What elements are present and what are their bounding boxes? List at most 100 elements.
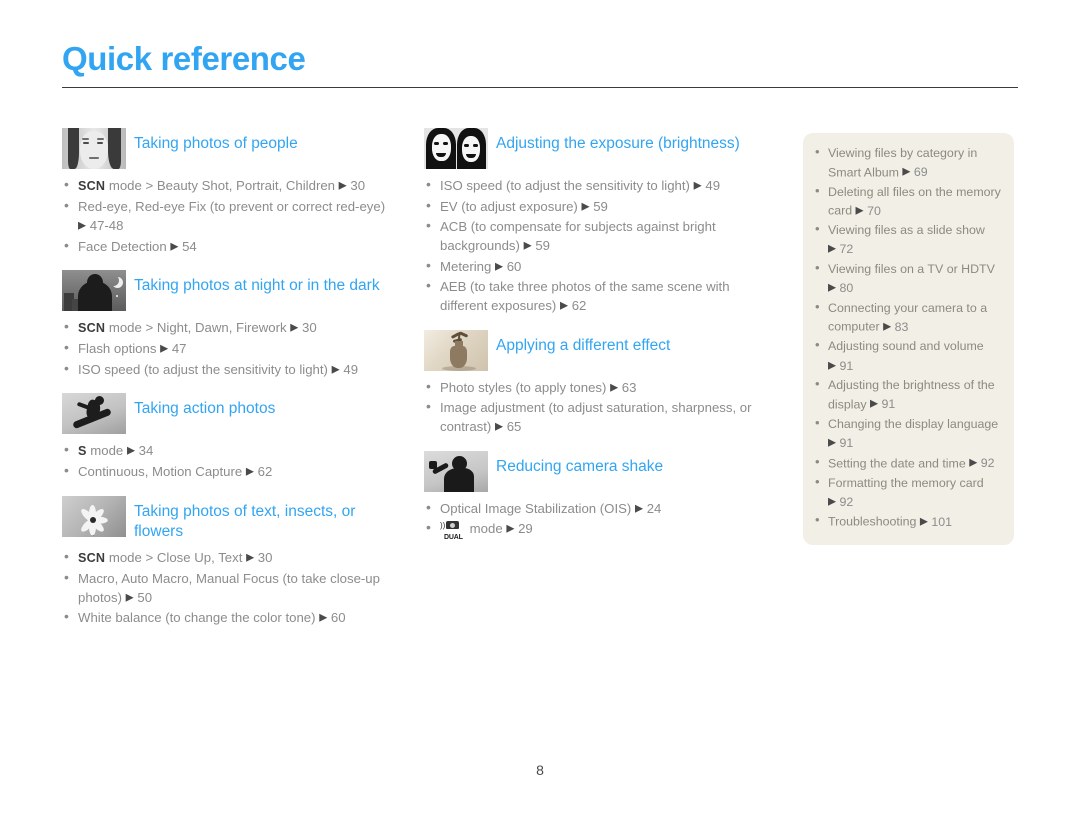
page-arrow-icon: ▶ bbox=[634, 502, 644, 514]
content-section: Taking photos at night or in the dark SCN… bbox=[62, 270, 402, 379]
side-panel-item[interactable]: Troubleshooting ▶ 101 bbox=[813, 511, 1002, 531]
list-item: SCN mode > Close Up, Text ▶ 30 bbox=[62, 547, 402, 568]
side-item-text: Viewing files as a slide show bbox=[828, 223, 985, 238]
page-arrow-icon: ▶ bbox=[245, 465, 254, 478]
page-reference: ▶ 83 bbox=[883, 319, 909, 334]
side-panel-item[interactable]: Setting the date and time ▶ 92 bbox=[813, 452, 1002, 473]
side-item-text: Changing the display language bbox=[828, 416, 999, 431]
page-reference: ▶ 69 bbox=[902, 165, 928, 180]
list-item: SCN mode > Night, Dawn, Firework ▶ 30 bbox=[62, 317, 402, 338]
section-item-list: ISO speed (to adjust the sensitivity to … bbox=[424, 175, 774, 316]
page-arrow-icon: ▶ bbox=[160, 342, 169, 355]
page-reference: ▶ 63 bbox=[610, 379, 637, 395]
page-arrow-icon: ▶ bbox=[494, 260, 504, 272]
item-text: EV (to adjust exposure) bbox=[440, 198, 582, 214]
side-panel-item[interactable]: Formatting the memory card ▶ 92 bbox=[813, 473, 1002, 512]
section-title[interactable]: Taking photos at night or in the dark bbox=[134, 270, 402, 296]
page-arrow-icon: ▶ bbox=[331, 363, 340, 375]
section-header: Taking action photos bbox=[62, 393, 402, 435]
page-reference: ▶ 92 bbox=[969, 456, 995, 470]
item-text: White balance (to change the color tone) bbox=[78, 610, 320, 625]
page-arrow-icon: ▶ bbox=[319, 611, 328, 624]
side-panel-item[interactable]: Adjusting the brightness of the display … bbox=[813, 375, 1002, 414]
mode-label: S bbox=[78, 444, 87, 458]
side-item-text: Viewing files on a TV or HDTV bbox=[828, 262, 995, 277]
list-item: Metering ▶ 60 bbox=[424, 256, 774, 277]
section-title[interactable]: Reducing camera shake bbox=[496, 451, 774, 477]
page-arrow-icon: ▶ bbox=[246, 551, 255, 563]
side-item-text: Troubleshooting bbox=[828, 514, 920, 529]
page-reference: ▶ 30 bbox=[338, 178, 366, 193]
list-item: ACB (to compensate for subjects against … bbox=[424, 216, 774, 256]
page-arrow-icon: ▶ bbox=[78, 219, 87, 232]
camera-shake-person-thumbnail bbox=[424, 450, 488, 492]
section-header: Taking photos of text, insects, or flowe… bbox=[62, 495, 402, 542]
page-arrow-icon: ▶ bbox=[870, 397, 879, 410]
page-reference: ▶ 92 bbox=[828, 494, 854, 509]
mode-label: SCN bbox=[78, 321, 106, 335]
side-panel-item[interactable]: Viewing files by category in Smart Album… bbox=[813, 143, 1002, 182]
page-reference: ▶ 54 bbox=[170, 238, 197, 254]
list-item: ))DUAL mode ▶ 29 bbox=[424, 518, 774, 541]
page-reference: ▶ 29 bbox=[506, 521, 533, 536]
list-item: Face Detection ▶ 54 bbox=[62, 236, 402, 257]
list-item: SCN mode > Beauty Shot, Portrait, Childr… bbox=[62, 175, 402, 196]
page-reference: ▶ 30 bbox=[290, 320, 317, 335]
section-header: Adjusting the exposure (brightness) bbox=[424, 128, 774, 170]
page-arrow-icon: ▶ bbox=[828, 281, 837, 294]
page-arrow-icon: ▶ bbox=[902, 165, 911, 178]
item-text: ISO speed (to adjust the sensitivity to … bbox=[440, 178, 694, 193]
page-reference: ▶ 59 bbox=[581, 198, 608, 214]
page-reference: ▶ 30 bbox=[246, 549, 273, 565]
section-item-list: S mode ▶ 34Continuous, Motion Capture ▶ … bbox=[62, 440, 402, 482]
page-arrow-icon: ▶ bbox=[883, 320, 892, 333]
side-panel-item[interactable]: Connecting your camera to a computer ▶ 8… bbox=[813, 298, 1002, 337]
page-arrow-icon: ▶ bbox=[828, 495, 837, 508]
list-item: Image adjustment (to adjust saturation, … bbox=[424, 397, 774, 437]
page-arrow-icon: ▶ bbox=[290, 321, 299, 334]
content-section: Taking action photos S mode ▶ 34Continuou… bbox=[62, 393, 402, 482]
section-header: Taking photos of people bbox=[62, 128, 402, 170]
section-item-list: SCN mode > Close Up, Text ▶ 30Macro, Aut… bbox=[62, 547, 402, 628]
section-item-list: Photo styles (to apply tones) ▶ 63Image … bbox=[424, 377, 774, 437]
middle-content-column: Adjusting the exposure (brightness) ISO s… bbox=[424, 128, 774, 553]
page-arrow-icon: ▶ bbox=[610, 381, 619, 393]
item-text: Macro, Auto Macro, Manual Focus (to take… bbox=[78, 570, 380, 605]
side-panel-item[interactable]: Deleting all files on the memory card ▶ … bbox=[813, 182, 1002, 221]
list-item: Continuous, Motion Capture ▶ 62 bbox=[62, 461, 402, 482]
list-item: ISO speed (to adjust the sensitivity to … bbox=[62, 359, 402, 380]
item-text: mode > Beauty Shot, Portrait, Children bbox=[105, 178, 339, 193]
content-section: Taking photos of text, insects, or flowe… bbox=[62, 495, 402, 628]
section-title[interactable]: Applying a different effect bbox=[496, 330, 774, 356]
list-item: ISO speed (to adjust the sensitivity to … bbox=[424, 175, 774, 196]
item-text: mode > Close Up, Text bbox=[105, 549, 247, 565]
side-panel-item[interactable]: Viewing files as a slide show ▶ 72 bbox=[813, 220, 1002, 259]
item-text: mode bbox=[466, 521, 507, 536]
side-panel-item[interactable]: Viewing files on a TV or HDTV ▶ 80 bbox=[813, 259, 1002, 298]
list-item: Flash options ▶ 47 bbox=[62, 338, 402, 359]
section-item-list: SCN mode > Night, Dawn, Firework ▶ 30Fla… bbox=[62, 317, 402, 380]
page-reference: ▶ 49 bbox=[331, 361, 359, 377]
page-arrow-icon: ▶ bbox=[125, 591, 134, 603]
page-arrow-icon: ▶ bbox=[919, 515, 928, 528]
left-content-column: Taking photos of people SCN mode > Beauty… bbox=[62, 128, 402, 642]
page-arrow-icon: ▶ bbox=[506, 522, 515, 535]
section-title[interactable]: Adjusting the exposure (brightness) bbox=[496, 128, 774, 154]
page-arrow-icon: ▶ bbox=[828, 436, 837, 449]
section-item-list: Optical Image Stabilization (OIS) ▶ 24))… bbox=[424, 498, 774, 541]
side-panel-item[interactable]: Adjusting sound and volume ▶ 91 bbox=[813, 336, 1002, 375]
dual-is-icon: ))DUAL bbox=[440, 521, 463, 541]
section-title[interactable]: Taking photos of people bbox=[134, 128, 402, 154]
side-panel-item[interactable]: Changing the display language ▶ 91 bbox=[813, 414, 1002, 453]
side-item-text: Setting the date and time bbox=[828, 456, 970, 470]
page-reference: ▶ 49 bbox=[693, 178, 721, 193]
section-title[interactable]: Taking action photos bbox=[134, 393, 402, 419]
page-reference: ▶ 65 bbox=[494, 419, 522, 434]
item-text: mode bbox=[86, 443, 127, 458]
list-item: White balance (to change the color tone)… bbox=[62, 607, 402, 628]
page-arrow-icon: ▶ bbox=[969, 456, 978, 469]
section-title[interactable]: Taking photos of text, insects, or flowe… bbox=[134, 496, 402, 542]
playback-settings-panel: Viewing files by category in Smart Album… bbox=[803, 133, 1014, 546]
section-item-list: SCN mode > Beauty Shot, Portrait, Childr… bbox=[62, 175, 402, 257]
page-arrow-icon: ▶ bbox=[338, 179, 347, 192]
